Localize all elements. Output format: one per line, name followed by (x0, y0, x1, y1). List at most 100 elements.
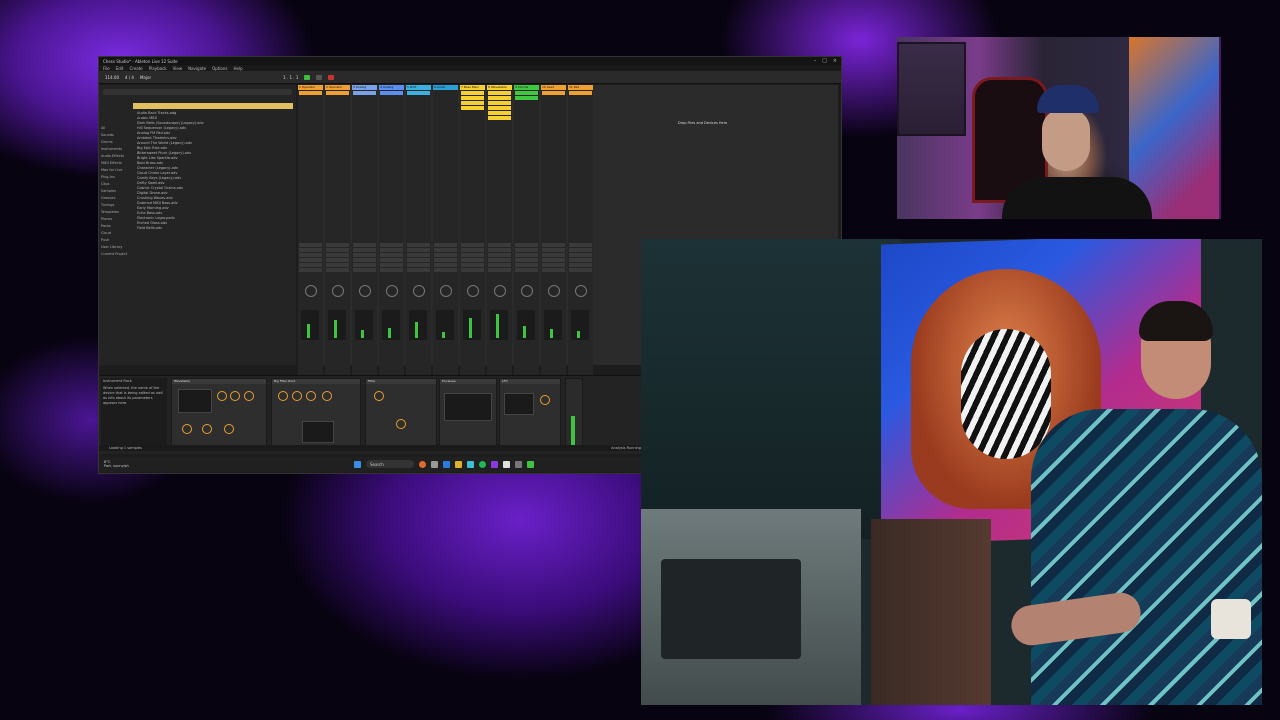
task-view-icon[interactable] (431, 460, 438, 468)
track-io-section[interactable] (353, 243, 376, 273)
track-column[interactable]: 1 Operator (298, 85, 323, 375)
minimize-button[interactable]: – (814, 58, 817, 64)
track-column[interactable]: 11 Pad (568, 85, 593, 375)
send-knob[interactable] (494, 285, 506, 297)
track-header[interactable]: 10 Lead (541, 85, 566, 90)
track-header[interactable]: 4 Analog (379, 85, 404, 90)
clip-slot[interactable] (488, 91, 511, 95)
edge-icon[interactable] (443, 460, 450, 468)
browser-place-item[interactable]: User Library (101, 244, 131, 251)
track-column[interactable]: 5 Drift (406, 85, 431, 375)
stop-button[interactable] (316, 74, 323, 80)
volume-fader[interactable] (571, 310, 589, 340)
browser-place-item[interactable]: Instruments (101, 146, 131, 153)
track-io-section[interactable] (488, 243, 511, 273)
maximize-button[interactable]: □ (822, 58, 827, 64)
weather-widget[interactable]: 8°C Part. sunnyish (104, 460, 129, 468)
menu-help[interactable]: Help (234, 66, 243, 71)
send-knob[interactable] (359, 285, 371, 297)
track-column[interactable]: 3 Analog (352, 85, 377, 375)
browser-place-item[interactable]: Plug-Ins (101, 174, 131, 181)
send-knob[interactable] (467, 285, 479, 297)
time-signature[interactable]: 4 / 4 (125, 75, 134, 80)
track-io-section[interactable] (407, 243, 430, 273)
browser-place-item[interactable]: Audio Effects (101, 153, 131, 160)
clip-slot[interactable] (380, 91, 403, 95)
track-column[interactable]: 6 Audio (433, 85, 458, 375)
volume-fader[interactable] (490, 310, 508, 340)
track-header[interactable]: 11 Pad (568, 85, 593, 90)
send-knob[interactable] (332, 285, 344, 297)
track-io-section[interactable] (461, 243, 484, 273)
send-knob[interactable] (386, 285, 398, 297)
send-knob[interactable] (575, 285, 587, 297)
clip-slot[interactable] (515, 96, 538, 100)
menu-edit[interactable]: Edit (116, 66, 124, 71)
ableton-icon[interactable] (503, 460, 510, 468)
clip-slot[interactable] (488, 96, 511, 100)
windows-start-icon[interactable] (354, 460, 361, 468)
tempo-display[interactable]: 114.00 (105, 75, 119, 80)
browser-place-item[interactable]: Drums (101, 139, 131, 146)
send-knob[interactable] (521, 285, 533, 297)
track-header[interactable]: 6 Audio (433, 85, 458, 90)
volume-fader[interactable] (328, 310, 346, 340)
clip-slot[interactable] (407, 91, 430, 95)
browser-selected-folder[interactable]: Tracks (133, 103, 293, 119)
device-wavetable[interactable]: Wavetable (171, 378, 267, 450)
volume-fader[interactable] (301, 310, 319, 340)
clip-slot[interactable] (299, 91, 322, 95)
play-button[interactable] (304, 74, 311, 80)
browser-place-item[interactable]: Push (101, 237, 131, 244)
clip-slot[interactable] (461, 96, 484, 100)
browser-search-input[interactable] (103, 89, 292, 95)
app-icon-3[interactable] (527, 460, 534, 468)
send-knob[interactable] (548, 285, 560, 297)
track-column[interactable]: 2 Operator (325, 85, 350, 375)
taskbar-search[interactable]: Search (366, 460, 414, 468)
device-filter[interactable]: Filter (365, 378, 437, 450)
device-envelope[interactable]: Envelope (439, 378, 497, 450)
volume-fader[interactable] (544, 310, 562, 340)
browser-place-item[interactable]: Tunings (101, 202, 131, 209)
track-io-section[interactable] (326, 243, 349, 273)
browser-file-item[interactable]: Field Bells.adv (133, 226, 293, 231)
clip-slot[interactable] (488, 116, 511, 120)
send-knob[interactable] (305, 285, 317, 297)
clip-slot[interactable] (488, 101, 511, 105)
track-header[interactable]: 5 Drift (406, 85, 431, 90)
track-column[interactable]: 7 Bass Main (460, 85, 485, 375)
browser-place-item[interactable]: Packs (101, 223, 131, 230)
browser-place-item[interactable]: Current Project (101, 251, 131, 258)
track-io-section[interactable] (434, 243, 457, 273)
volume-fader[interactable] (382, 310, 400, 340)
track-io-section[interactable] (299, 243, 322, 273)
clip-slot[interactable] (569, 91, 592, 95)
menu-create[interactable]: Create (129, 66, 142, 71)
record-button[interactable] (328, 74, 335, 80)
browser-place-item[interactable]: MIDI Effects (101, 160, 131, 167)
discord-icon[interactable] (491, 460, 498, 468)
volume-fader[interactable] (463, 310, 481, 340)
clip-slot[interactable] (515, 91, 538, 95)
close-button[interactable]: × (833, 58, 837, 64)
browser-place-item[interactable]: Max for Live (101, 167, 131, 174)
menu-options[interactable]: Options (212, 66, 227, 71)
track-header[interactable]: 8 Wavetable (487, 85, 512, 90)
song-position[interactable]: 1 . 1 . 1 (283, 75, 298, 80)
send-knob[interactable] (440, 285, 452, 297)
track-column[interactable]: 8 Wavetable (487, 85, 512, 375)
clip-slot[interactable] (461, 106, 484, 110)
browser-place-item[interactable]: Templates (101, 209, 131, 216)
track-io-section[interactable] (569, 243, 592, 273)
file-explorer-icon[interactable] (455, 460, 462, 468)
track-header[interactable]: 3 Analog (352, 85, 377, 90)
browser-place-item[interactable]: Places (101, 216, 131, 223)
browser-place-item[interactable]: All (101, 125, 131, 132)
track-io-section[interactable] (380, 243, 403, 273)
device-big-filter-rack[interactable]: Big Filter Rack (271, 378, 361, 450)
track-column[interactable]: 4 Analog (379, 85, 404, 375)
store-icon[interactable] (467, 460, 474, 468)
clip-slot[interactable] (542, 91, 565, 95)
track-column[interactable]: 9 Chords (514, 85, 539, 375)
